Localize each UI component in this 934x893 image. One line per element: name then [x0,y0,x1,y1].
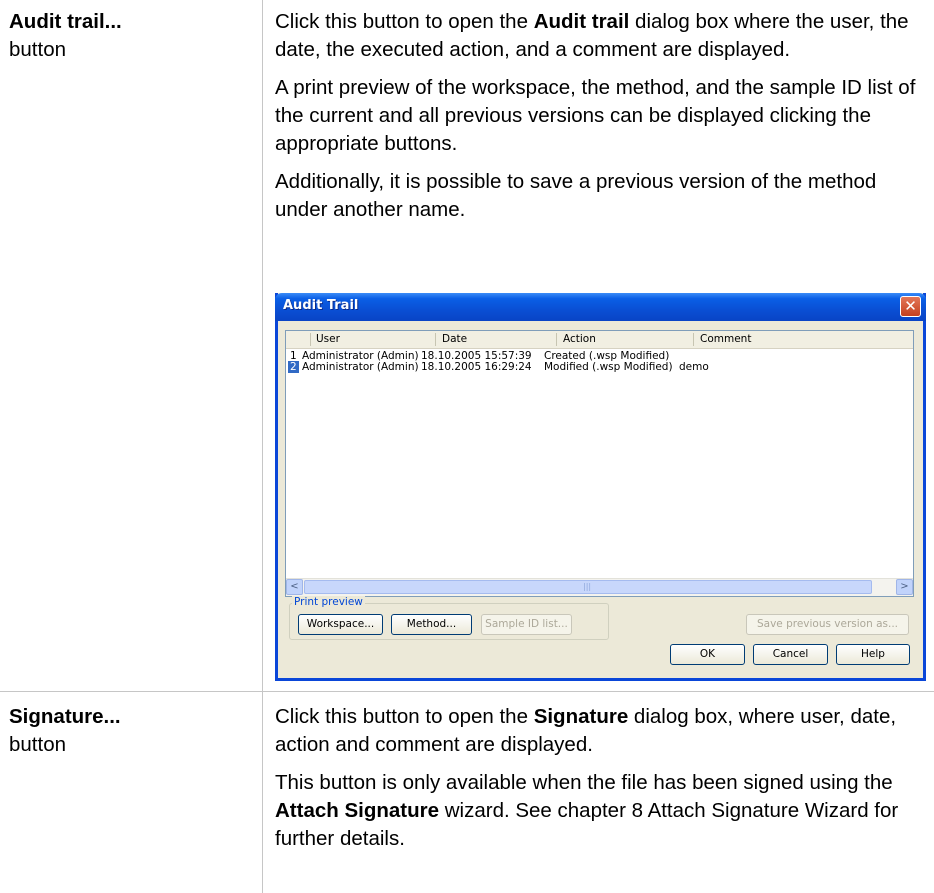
ok-button[interactable]: OK [670,644,745,665]
grip-icon: ||| [583,582,592,591]
help-button[interactable]: Help [836,644,910,665]
horizontal-scrollbar[interactable]: < ||| > [286,578,913,596]
scrollbar-thumb[interactable]: ||| [304,580,872,594]
header-separator [435,333,436,346]
signature-label: Signature... button [9,703,121,759]
print-preview-label: Print preview [292,596,365,608]
signature-para-1: Click this button to open the Signature … [275,705,897,756]
sample-id-list-button[interactable]: Sample ID list... [481,614,572,635]
row-user: Administrator (Admin) [302,361,419,373]
cancel-button[interactable]: Cancel [753,644,828,665]
audit-list[interactable]: User Date Action Comment 1 Administrator… [285,330,914,597]
audit-trail-button-type: button [9,38,66,61]
workspace-button[interactable]: Workspace... [298,614,383,635]
audit-trail-label: Audit trail... button [9,8,122,64]
save-previous-version-button[interactable]: Save previous version as... [746,614,909,635]
scroll-right-icon[interactable]: > [896,579,913,595]
header-separator [310,333,311,346]
column-date[interactable]: Date [442,333,467,345]
row-divider [0,691,934,692]
audit-trail-para-1: Click this button to open the Audit trai… [275,10,909,61]
dialog-title: Audit Trail [283,298,359,313]
close-icon[interactable]: ✕ [900,296,921,317]
signature-para-2: This button is only available when the f… [275,771,899,850]
header-separator [556,333,557,346]
audit-trail-description: Click this button to open the Audit trai… [275,8,930,234]
row-number: 2 [288,361,299,373]
signature-description: Click this button to open the Signature … [275,703,930,863]
column-action[interactable]: Action [563,333,596,345]
audit-list-header: User Date Action Comment [286,331,913,349]
column-divider [262,0,263,893]
audit-trail-para-2: A print preview of the workspace, the me… [275,76,916,155]
column-comment[interactable]: Comment [700,333,751,345]
signature-button-type: button [9,733,66,756]
row-comment: demo [679,361,709,373]
list-item[interactable]: 2 Administrator (Admin) 18.10.2005 16:29… [286,361,913,373]
audit-trail-button-name: Audit trail... [9,10,122,33]
signature-button-name: Signature... [9,705,121,728]
audit-trail-para-3: Additionally, it is possible to save a p… [275,170,877,221]
scroll-left-icon[interactable]: < [286,579,303,595]
audit-trail-dialog: Audit Trail ✕ User Date Action Comment 1… [275,293,926,681]
column-user[interactable]: User [316,333,340,345]
dialog-titlebar: Audit Trail ✕ [275,293,926,321]
row-date: 18.10.2005 16:29:24 [421,361,532,373]
header-separator [693,333,694,346]
method-button[interactable]: Method... [391,614,472,635]
row-action: Modified (.wsp Modified) [544,361,673,373]
